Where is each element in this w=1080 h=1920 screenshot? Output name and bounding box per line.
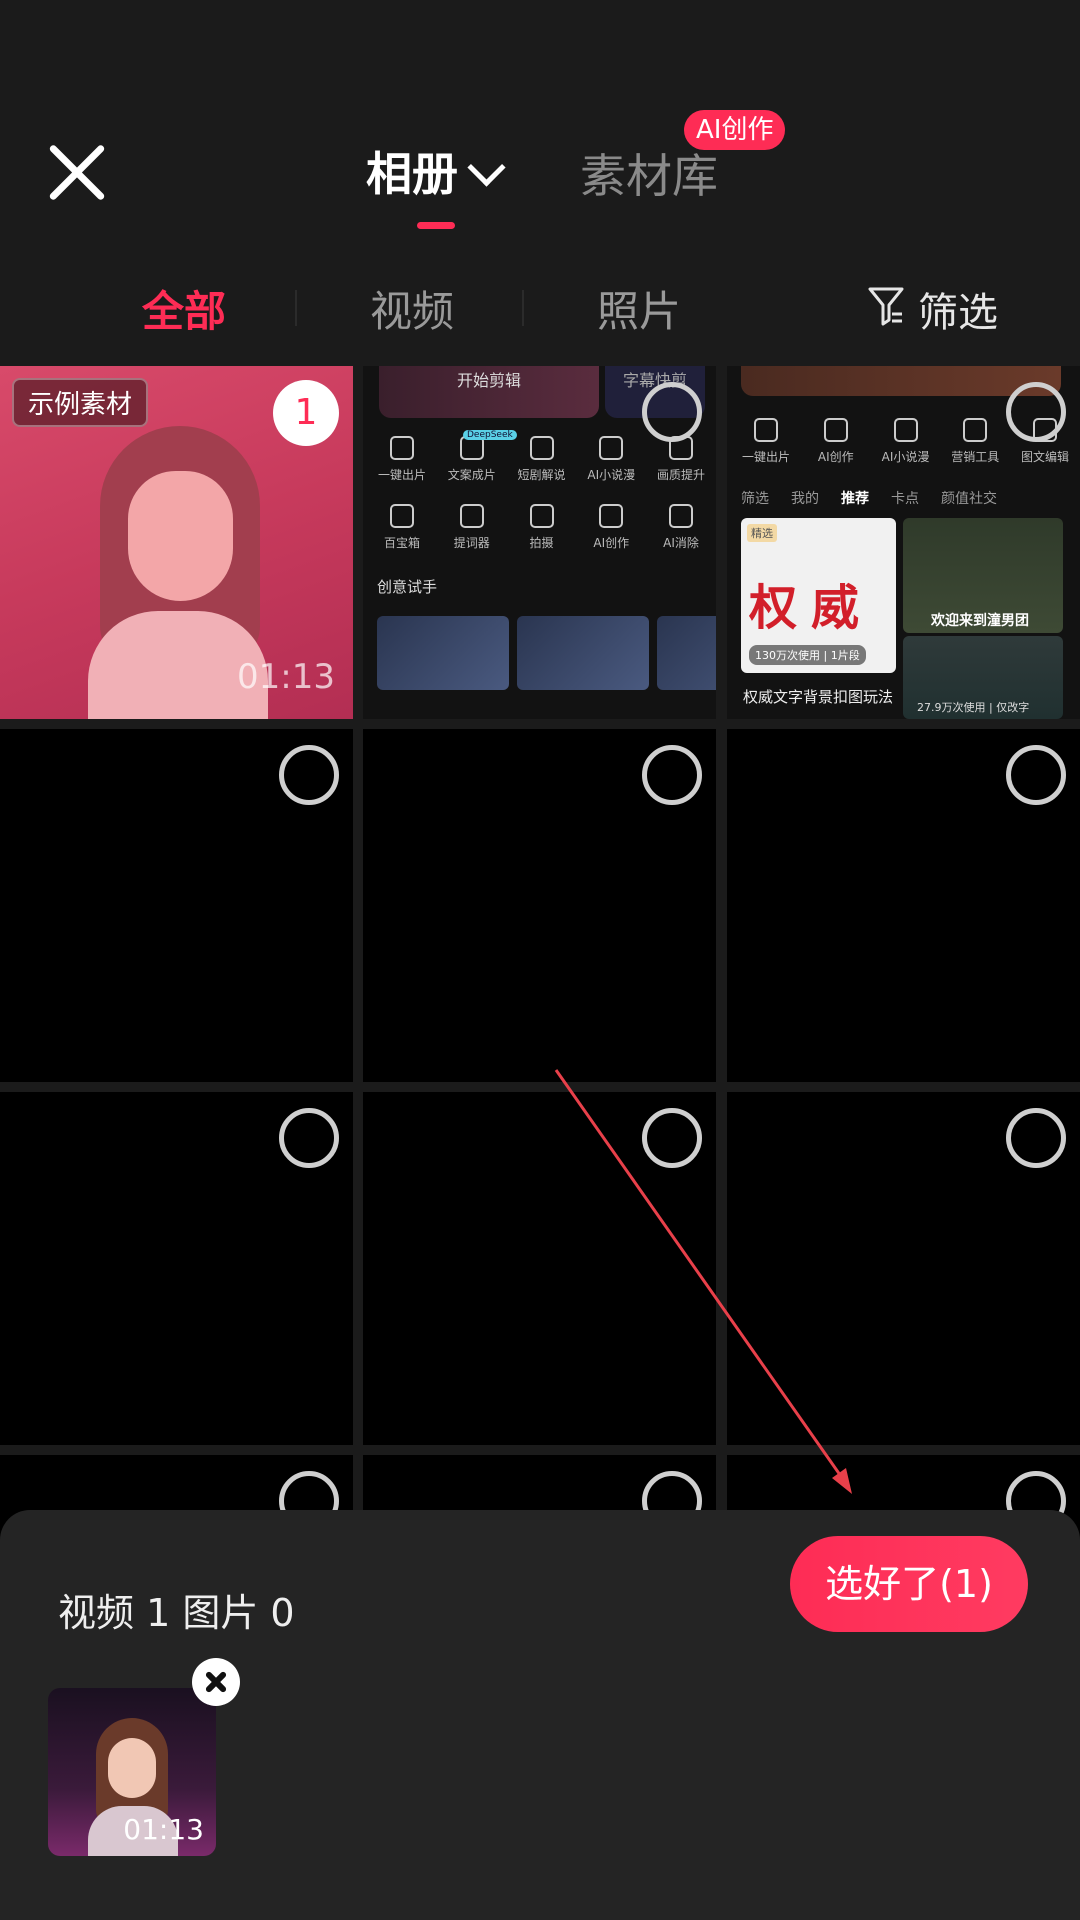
divider bbox=[295, 290, 297, 326]
selection-counts: 视频 1 图片 0 bbox=[58, 1591, 295, 1635]
select-circle[interactable] bbox=[1006, 745, 1066, 805]
select-circle[interactable] bbox=[1006, 382, 1066, 442]
media-item-sample-video[interactable]: 示例素材 1 01:13 bbox=[0, 366, 353, 719]
media-item-screenshot[interactable]: 开始剪辑 字幕快剪 一键出片 文案成片 短剧解说 AI小说漫 画质提升 Deep… bbox=[363, 366, 716, 719]
shot-icon: AI小说漫 bbox=[578, 436, 644, 483]
media-item[interactable] bbox=[0, 1092, 353, 1445]
screenshot-section-title: 创意试手 bbox=[377, 578, 438, 596]
shot-icon: 一键出片 bbox=[733, 418, 799, 465]
select-circle[interactable] bbox=[642, 382, 702, 442]
selection-panel: 视频 1 图片 0 选好了(1) 01:13 bbox=[0, 1510, 1080, 1920]
sample-tag: 示例素材 bbox=[12, 378, 149, 427]
screenshot-banner: 开始剪辑 bbox=[379, 366, 599, 418]
thumbnail-face bbox=[108, 1738, 156, 1798]
tab-active-indicator bbox=[417, 222, 455, 229]
tab-album[interactable]: 相册 bbox=[366, 138, 458, 204]
media-item[interactable] bbox=[727, 729, 1080, 1082]
ai-create-badge: AI创作 bbox=[684, 110, 786, 150]
shot-icon: 拍摄 bbox=[509, 504, 575, 551]
tab-material-library[interactable]: 素材库 bbox=[580, 140, 718, 206]
template-caption: 权威文字背景扣图玩法 bbox=[743, 688, 894, 706]
shot-icon: AI消除 bbox=[648, 504, 714, 551]
divider bbox=[522, 290, 524, 326]
done-button[interactable]: 选好了(1) bbox=[790, 1536, 1028, 1632]
select-circle[interactable] bbox=[642, 745, 702, 805]
media-item[interactable] bbox=[363, 729, 716, 1082]
media-item[interactable] bbox=[727, 1092, 1080, 1445]
remove-selected-icon[interactable] bbox=[192, 1658, 240, 1706]
media-item[interactable] bbox=[363, 1092, 716, 1445]
filter-photo[interactable]: 照片 bbox=[597, 278, 681, 339]
media-item-screenshot[interactable]: 一键出片 AI创作 AI小说漫 营销工具 图文编辑 筛选 我的 推荐 卡点 颜值… bbox=[727, 366, 1080, 719]
select-circle[interactable] bbox=[279, 1108, 339, 1168]
template-card: 精选 权威 130万次使用 | 1片段 bbox=[741, 518, 896, 673]
screenshot-icon-row: 一键出片 文案成片 短剧解说 AI小说漫 画质提升 bbox=[369, 436, 714, 483]
filter-video[interactable]: 视频 bbox=[370, 278, 454, 339]
deepseek-badge: DeepSeek bbox=[463, 430, 517, 440]
shot-icon: 提词器 bbox=[439, 504, 505, 551]
filter-all[interactable]: 全部 bbox=[142, 278, 226, 339]
shot-icon: 营销工具 bbox=[942, 418, 1008, 465]
video-duration: 01:13 bbox=[237, 657, 335, 697]
filter-screen-button[interactable]: 筛选 bbox=[918, 280, 998, 338]
template-card: 27.9万次使用 | 仅改字 bbox=[903, 636, 1063, 719]
shot-icon: AI小说漫 bbox=[873, 418, 939, 465]
screenshot-icon-row: 百宝箱 提词器 拍摄 AI创作 AI消除 bbox=[369, 504, 714, 551]
shot-icon: 文案成片 bbox=[439, 436, 505, 483]
selected-item-thumbnail[interactable]: 01:13 bbox=[48, 1688, 216, 1856]
shot-icon: AI创作 bbox=[578, 504, 644, 551]
select-circle[interactable] bbox=[1006, 1108, 1066, 1168]
shot-icon: AI创作 bbox=[803, 418, 869, 465]
shot-icon: 一键出片 bbox=[369, 436, 435, 483]
shot-icon: 百宝箱 bbox=[369, 504, 435, 551]
screenshot-thumbs bbox=[377, 616, 716, 690]
screenshot-tabs: 筛选 我的 推荐 卡点 颜值社交 bbox=[741, 491, 997, 507]
select-circle[interactable] bbox=[642, 1108, 702, 1168]
select-circle[interactable] bbox=[279, 745, 339, 805]
shot-icon: 短剧解说 bbox=[509, 436, 575, 483]
selected-duration: 01:13 bbox=[123, 1813, 204, 1846]
shot-icon: 画质提升 bbox=[648, 436, 714, 483]
close-icon[interactable] bbox=[44, 140, 110, 206]
selection-number-badge[interactable]: 1 bbox=[273, 380, 339, 446]
template-card: 欢迎来到潼男团 bbox=[903, 518, 1063, 633]
chevron-down-icon[interactable] bbox=[467, 148, 506, 187]
filter-funnel-icon[interactable] bbox=[868, 286, 904, 326]
thumbnail-face bbox=[128, 471, 233, 601]
media-item[interactable] bbox=[0, 729, 353, 1082]
